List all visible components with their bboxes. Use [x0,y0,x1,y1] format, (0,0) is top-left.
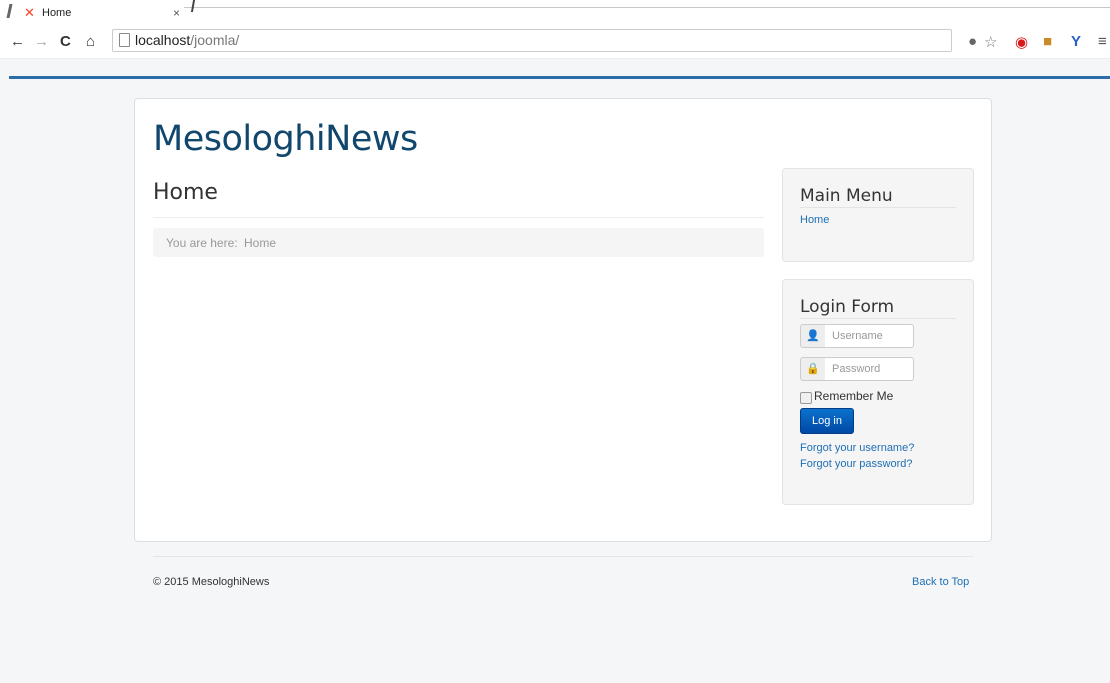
reload-icon[interactable]: C [60,33,71,50]
page-icon [119,33,130,47]
address-bar[interactable]: localhost/joomla/ [112,29,952,52]
page-title: Home [153,180,218,205]
forward-icon[interactable]: → [34,33,49,50]
extension-icon[interactable]: ■ [1043,33,1052,50]
new-tab-edge[interactable] [190,0,196,12]
browser-toolbar: ← → C ⌂ localhost/joomla/ ● ☆ ◉ ■ Y ≡ [0,25,1110,59]
yoast-extension-icon[interactable]: Y [1071,33,1081,50]
tab-close-icon[interactable]: × [173,6,180,20]
opera-extension-icon[interactable]: ◉ [1015,33,1028,51]
login-form-divider [800,318,956,319]
forgot-username-link[interactable]: Forgot your username? [800,442,914,454]
password-input[interactable]: Password [825,357,914,381]
user-icon: 👤 [800,324,826,348]
login-button[interactable]: Log in [800,408,854,434]
tab-strip-line [184,7,1110,8]
menu-icon[interactable]: ≡ [1098,33,1107,50]
menu-item-home[interactable]: Home [800,214,829,226]
breadcrumb: You are here: Home [153,228,764,257]
browser-tab-strip: ✕ Home × [0,0,1110,25]
remember-me-label: Remember Me [814,389,894,403]
tab-title: Home [42,7,72,19]
top-accent-bar [9,76,1110,79]
tab-edge [6,4,13,18]
home-icon[interactable]: ⌂ [86,33,95,50]
main-menu-title: Main Menu [800,186,893,206]
forgot-password-link[interactable]: Forgot your password? [800,458,913,470]
password-group: 🔒 Password [800,357,914,381]
breadcrumb-current: Home [244,236,277,250]
back-to-top-link[interactable]: Back to Top [912,576,969,588]
bookmark-star-icon[interactable]: ☆ [984,33,997,51]
login-form-title: Login Form [800,297,895,317]
main-menu-divider [800,207,956,208]
footer-copyright: © 2015 MesologhiNews [153,576,270,588]
divider [153,217,764,218]
username-input[interactable]: Username [825,324,914,348]
remember-me-checkbox[interactable] [800,392,812,404]
main-menu-module: Main Menu Home [782,168,974,262]
footer-divider [153,556,973,557]
page-body: MesologhiNews Home You are here: Home Ma… [134,98,992,542]
login-form-module: Login Form 👤 Username 🔒 Password Remembe… [782,279,974,505]
browser-tab[interactable]: ✕ Home × [6,0,196,25]
site-brand-link[interactable]: MesologhiNews [153,119,418,159]
lightbulb-icon[interactable]: ● [968,33,977,50]
address-url: localhost/joomla/ [135,32,240,48]
back-icon[interactable]: ← [10,33,25,50]
lock-icon: 🔒 [800,357,826,381]
breadcrumb-label: You are here: [166,236,238,250]
joomla-favicon-icon: ✕ [24,5,35,20]
username-group: 👤 Username [800,324,914,348]
